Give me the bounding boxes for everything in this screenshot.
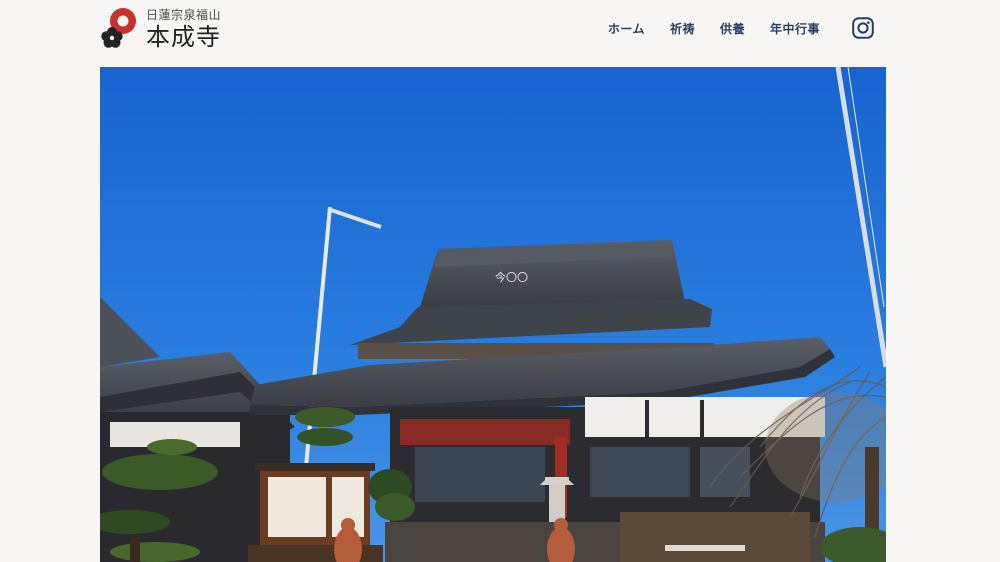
nav-item-memorial[interactable]: 供養	[720, 20, 745, 37]
site-header: 日蓮宗泉福山 本成寺 ホーム 祈祷 供養 年中行事	[0, 0, 1000, 66]
nav-item-prayer[interactable]: 祈祷	[670, 20, 695, 37]
logo-title: 本成寺	[146, 23, 221, 51]
temple-crest-icon	[100, 7, 140, 53]
hero-image-temple: 今〇〇	[100, 67, 886, 562]
instagram-icon[interactable]	[852, 17, 874, 39]
logo-subtitle: 日蓮宗泉福山	[146, 8, 222, 22]
site-logo[interactable]: 日蓮宗泉福山 本成寺	[100, 6, 230, 54]
nav-item-annual-events[interactable]: 年中行事	[770, 20, 820, 37]
main-nav: ホーム 祈祷 供養 年中行事	[583, 20, 820, 37]
nav-item-home[interactable]: ホーム	[608, 20, 645, 37]
roof-plaque-text: 今〇〇	[495, 270, 528, 284]
